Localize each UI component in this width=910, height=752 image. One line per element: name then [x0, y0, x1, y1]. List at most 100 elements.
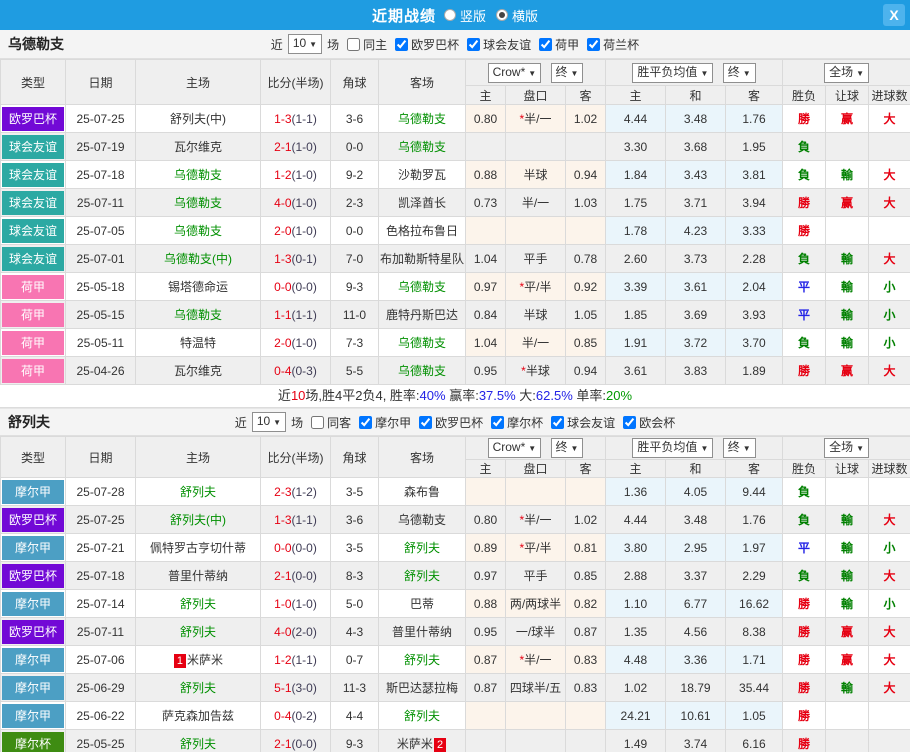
corner-count: 3-6	[331, 105, 379, 133]
avg-odds-select[interactable]: 胜平负均值▼	[632, 63, 713, 83]
avg-away: 16.62	[726, 590, 783, 618]
league-filter-checkbox[interactable]	[539, 38, 552, 51]
home-team-name: 乌德勒支	[174, 224, 222, 238]
games-count-select[interactable]: 10▼	[288, 34, 322, 54]
avg-time-select[interactable]: 终▼	[723, 63, 756, 83]
league-type-cell: 摩尔甲	[1, 674, 66, 702]
full-score: 2-3	[274, 485, 291, 499]
league-type-badge: 欧罗巴杯	[2, 620, 64, 644]
result-handicap-text: 輸	[841, 252, 853, 266]
handicap-text: 半/一	[524, 513, 551, 527]
result-goals-cell: 大	[869, 189, 910, 217]
odds-company-select[interactable]: Crow*▼	[488, 63, 542, 83]
red-card-badge: 1	[174, 654, 186, 668]
result-outcome-text: 勝	[798, 737, 810, 751]
score-cell: 2-0(1-0)	[261, 329, 331, 357]
result-goals-cell: 大	[869, 506, 910, 534]
away-team-name: 乌德勒支	[398, 364, 446, 378]
match-date: 25-05-11	[66, 329, 136, 357]
team-name: 乌德勒支	[8, 34, 64, 54]
same-venue-checkbox[interactable]	[311, 416, 324, 429]
result-goals-cell: 小	[869, 590, 910, 618]
result-outcome-text: 勝	[798, 709, 810, 723]
result-goals-cell: 小	[869, 329, 910, 357]
odds-time-select[interactable]: 终▼	[551, 438, 584, 458]
full-score: 1-2	[274, 653, 291, 667]
league-filter-checkbox[interactable]	[491, 416, 504, 429]
corner-count: 3-6	[331, 506, 379, 534]
odds-company-select[interactable]: Crow*▼	[488, 438, 542, 458]
league-filter-checkbox[interactable]	[395, 38, 408, 51]
league-filter-checkbox[interactable]	[359, 416, 372, 429]
score-cell: 1-0(1-0)	[261, 590, 331, 618]
radio-button-icon[interactable]	[496, 9, 508, 21]
home-team: 舒列夫	[136, 730, 261, 752]
handicap-text: 半球	[526, 364, 550, 378]
half-score: (1-2)	[292, 485, 317, 499]
avg-home: 1.85	[606, 301, 666, 329]
team-section-header: 舒列夫 近10▼场同客摩尔甲欧罗巴杯摩尔杯球会友谊欧会杯	[0, 408, 910, 436]
version-radio-option[interactable]: 竖版	[444, 6, 486, 25]
same-venue-checkbox[interactable]	[347, 38, 360, 51]
avg-odds-select[interactable]: 胜平负均值▼	[632, 438, 713, 458]
table-row: 摩尔甲25-06-22萨克森加告兹0-4(0-2)4-4舒列夫24.2110.6…	[1, 702, 910, 730]
odds-away: 0.83	[566, 646, 606, 674]
chevron-down-icon: ▼	[309, 40, 317, 49]
away-team: 乌德勒支	[379, 329, 466, 357]
league-filter-checkbox[interactable]	[419, 416, 432, 429]
league-filter-checkbox[interactable]	[623, 416, 636, 429]
odds-away: 1.02	[566, 506, 606, 534]
away-team-name: 沙勒罗瓦	[398, 168, 446, 182]
away-team: 乌德勒支	[379, 133, 466, 161]
result-outcome-text: 勝	[798, 681, 810, 695]
match-date: 25-06-29	[66, 674, 136, 702]
league-filter-checkbox[interactable]	[551, 416, 564, 429]
away-team-name: 乌德勒支	[398, 513, 446, 527]
score-cell: 0-0(0-0)	[261, 273, 331, 301]
away-team: 舒列夫	[379, 702, 466, 730]
match-date: 25-07-25	[66, 506, 136, 534]
handicap-text: 平手	[523, 252, 547, 266]
league-filter-checkbox[interactable]	[587, 38, 600, 51]
avg-away: 1.05	[726, 702, 783, 730]
home-team: 锡塔德命运	[136, 273, 261, 301]
version-radio-option[interactable]: 横版	[496, 6, 538, 25]
avg-time-select[interactable]: 终▼	[723, 438, 756, 458]
fullmatch-select[interactable]: 全场▼	[824, 438, 869, 458]
table-row: 荷甲25-05-15乌德勒支1-1(1-1)11-0鹿特丹斯巴达0.84半球1.…	[1, 301, 910, 329]
league-filter-checkbox[interactable]	[467, 38, 480, 51]
col-avg-away: 客	[726, 86, 783, 105]
half-score: (1-1)	[292, 653, 317, 667]
away-team-name: 乌德勒支	[398, 280, 446, 294]
home-team-name: 佩特罗古亨切什蒂	[150, 541, 246, 555]
home-team: 特温特	[136, 329, 261, 357]
result-outcome-cell: 勝	[783, 357, 826, 385]
result-goals-text: 小	[884, 308, 896, 322]
result-outcome-text: 負	[798, 569, 810, 583]
handicap-cell: 一/球半	[506, 618, 566, 646]
result-goals-cell: 大	[869, 245, 910, 273]
league-filter-label: 球会友谊	[483, 36, 531, 53]
odds-time-select[interactable]: 终▼	[551, 63, 584, 83]
home-team-name: 舒列夫	[180, 737, 216, 751]
match-date: 25-07-05	[66, 217, 136, 245]
handicap-cell: *平/半	[506, 273, 566, 301]
table-row: 荷甲25-04-26瓦尔维克0-4(0-3)5-5乌德勒支0.95*半球0.94…	[1, 357, 910, 385]
fullmatch-select[interactable]: 全场▼	[824, 63, 869, 83]
avg-home: 2.60	[606, 245, 666, 273]
near-label: 近	[235, 414, 247, 431]
avg-home: 1.78	[606, 217, 666, 245]
handicap-text: 一/球半	[516, 625, 555, 639]
radio-button-icon[interactable]	[444, 9, 456, 21]
games-count-select[interactable]: 10▼	[252, 412, 286, 432]
close-button[interactable]: X	[883, 4, 905, 26]
home-team: 舒列夫	[136, 590, 261, 618]
result-outcome-text: 平	[798, 541, 810, 555]
home-team: 佩特罗古亨切什蒂	[136, 534, 261, 562]
league-type-cell: 摩尔甲	[1, 590, 66, 618]
home-team: 乌德勒支	[136, 189, 261, 217]
handicap-cell: 半球	[506, 161, 566, 189]
odds-home: 0.88	[466, 161, 506, 189]
page-title: 近期战绩	[372, 5, 436, 26]
version-toggle: 竖版横版	[444, 6, 538, 25]
